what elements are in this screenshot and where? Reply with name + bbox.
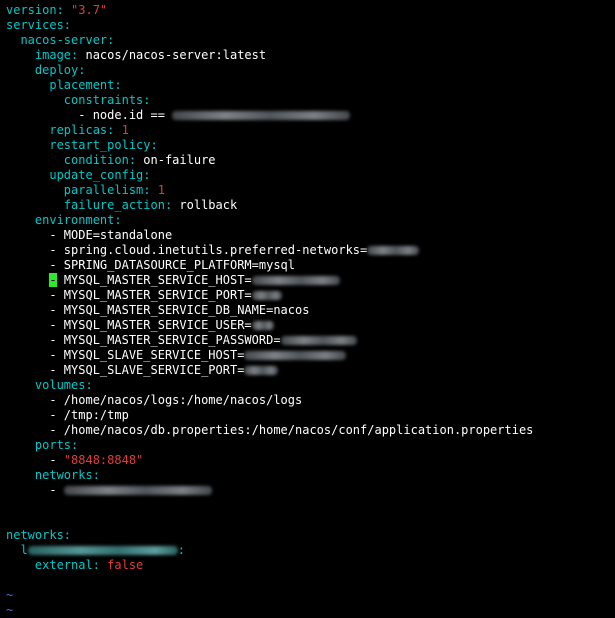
code-line-update-config: update_config: bbox=[49, 168, 151, 182]
code-line-condition: condition: on-failure bbox=[63, 153, 216, 167]
port-item-dash: - bbox=[49, 453, 64, 467]
terminal-window[interactable]: version: "3.7" services: nacos-server: i… bbox=[0, 0, 615, 618]
yaml-key-services: services bbox=[6, 18, 64, 32]
yaml-key-ports: ports bbox=[34, 438, 72, 452]
code-line-image: image: nacos/nacos-server:latest bbox=[34, 48, 267, 62]
yaml-key-constraints: constraints bbox=[63, 93, 144, 107]
code-line-nacos-server: nacos-server: bbox=[20, 33, 115, 47]
redacted-master-password bbox=[280, 336, 357, 345]
code-line-env-master-db-name: - MYSQL_MASTER_SERVICE_DB_NAME=nacos bbox=[6, 303, 309, 318]
volume-logs: - /home/nacos/logs:/home/nacos/logs bbox=[49, 393, 303, 407]
network-name-prefix: l bbox=[20, 543, 28, 557]
code-line-env-slave-port: - MYSQL_SLAVE_SERVICE_PORT= bbox=[6, 363, 279, 378]
yaml-key-service-networks: networks bbox=[34, 468, 93, 482]
code-line-port-item: - "8848:8848" bbox=[6, 453, 143, 468]
code-line-replicas: replicas: 1 bbox=[49, 123, 129, 137]
code-line-restart-policy: restart_policy: bbox=[49, 138, 158, 152]
redacted-master-user bbox=[251, 321, 274, 330]
yaml-value-version: "3.7" bbox=[71, 3, 108, 17]
yaml-value-image: nacos/nacos-server:latest bbox=[85, 48, 267, 62]
env-mode: - MODE=standalone bbox=[49, 228, 173, 242]
yaml-key-image: image bbox=[34, 48, 72, 62]
yaml-key-version: version bbox=[6, 3, 57, 17]
code-line-env-mode: - MODE=standalone bbox=[6, 228, 172, 243]
env-slave-port: - MYSQL_SLAVE_SERVICE_PORT= bbox=[49, 363, 245, 377]
code-line-env-slave-host: - MYSQL_SLAVE_SERVICE_HOST= bbox=[6, 348, 347, 363]
code-line-volume-logs: - /home/nacos/logs:/home/nacos/logs bbox=[6, 393, 302, 408]
redacted-node-id bbox=[172, 111, 351, 120]
volume-db-properties: - /home/nacos/db.properties:/home/nacos/… bbox=[49, 423, 534, 437]
code-line-external: external: false bbox=[34, 558, 144, 572]
yaml-key-external: external bbox=[34, 558, 93, 572]
redacted-network-definition bbox=[27, 546, 178, 555]
yaml-key-environment: environment bbox=[34, 213, 115, 227]
empty-line-tilde-2: ~ bbox=[6, 603, 14, 617]
code-line-failure-action: failure_action: rollback bbox=[63, 198, 238, 212]
redacted-slave-port bbox=[244, 366, 279, 375]
yaml-value-replicas: 1 bbox=[121, 123, 129, 137]
env-preferred-networks: - spring.cloud.inetutils.preferred-netwo… bbox=[49, 243, 368, 257]
code-line-placement: placement: bbox=[49, 78, 122, 92]
code-line-environment: environment: bbox=[34, 213, 122, 227]
code-line-network-name: l: bbox=[20, 543, 185, 557]
code-line-constraint-item: - node.id == bbox=[6, 108, 351, 123]
code-line-service-networks: networks: bbox=[34, 468, 100, 482]
code-line-env-master-port: - MYSQL_MASTER_SERVICE_PORT= bbox=[6, 288, 282, 303]
redacted-slave-host bbox=[244, 351, 347, 360]
code-line-services: services: bbox=[6, 18, 72, 32]
redacted-network bbox=[367, 246, 420, 255]
code-line-volume-db-properties: - /home/nacos/db.properties:/home/nacos/… bbox=[6, 423, 533, 438]
code-line-deploy: deploy: bbox=[34, 63, 86, 77]
code-line-env-master-user: - MYSQL_MASTER_SERVICE_USER= bbox=[6, 318, 274, 333]
redacted-master-port bbox=[251, 291, 282, 300]
yaml-value-failure-action: rollback bbox=[179, 198, 238, 212]
env-slave-host: - MYSQL_SLAVE_SERVICE_HOST= bbox=[49, 348, 245, 362]
volume-tmp: - /tmp:/tmp bbox=[49, 408, 129, 422]
yaml-key-top-networks: networks bbox=[6, 528, 64, 542]
yaml-key-update-config: update_config bbox=[49, 168, 144, 182]
yaml-key-nacos-server: nacos-server bbox=[20, 33, 108, 47]
network-item-dash: - bbox=[49, 483, 64, 497]
yaml-key-deploy: deploy bbox=[34, 63, 79, 77]
code-line-env-master-host: - MYSQL_MASTER_SERVICE_HOST= bbox=[6, 273, 340, 288]
yaml-key-restart-policy: restart_policy bbox=[49, 138, 151, 152]
yaml-key-failure-action: failure_action bbox=[63, 198, 165, 212]
code-line-env-datasource-platform: - SPRING_DATASOURCE_PLATFORM=mysql bbox=[6, 258, 295, 273]
yaml-key-placement: placement bbox=[49, 78, 115, 92]
yaml-key-replicas: replicas bbox=[49, 123, 108, 137]
env-master-password: - MYSQL_MASTER_SERVICE_PASSWORD= bbox=[49, 333, 281, 347]
code-line-env-preferred-networks: - spring.cloud.inetutils.preferred-netwo… bbox=[6, 243, 420, 258]
env-master-user: - MYSQL_MASTER_SERVICE_USER= bbox=[49, 318, 252, 332]
code-line-network-item: - bbox=[6, 483, 212, 498]
code-line-top-networks: networks: bbox=[6, 528, 72, 542]
yaml-value-condition: on-failure bbox=[143, 153, 216, 167]
yaml-value-parallelism: 1 bbox=[157, 183, 165, 197]
yaml-value-external: false bbox=[107, 558, 144, 572]
yaml-key-condition: condition bbox=[63, 153, 129, 167]
editor-cursor: - bbox=[49, 273, 57, 287]
empty-line-tilde-1: ~ bbox=[6, 588, 14, 602]
env-master-port: - MYSQL_MASTER_SERVICE_PORT= bbox=[49, 288, 252, 302]
env-master-db-name: - MYSQL_MASTER_SERVICE_DB_NAME=nacos bbox=[49, 303, 310, 317]
env-master-host: MYSQL_MASTER_SERVICE_HOST= bbox=[56, 273, 252, 287]
code-line-volumes: volumes: bbox=[34, 378, 93, 392]
redacted-master-host bbox=[251, 276, 340, 285]
code-line-env-master-password: - MYSQL_MASTER_SERVICE_PASSWORD= bbox=[6, 333, 357, 348]
code-line-version: version: "3.7" bbox=[6, 3, 108, 17]
redacted-network-name bbox=[63, 486, 212, 495]
yaml-key-volumes: volumes bbox=[34, 378, 86, 392]
code-line-volume-tmp: - /tmp:/tmp bbox=[6, 408, 129, 423]
env-datasource-platform: - SPRING_DATASOURCE_PLATFORM=mysql bbox=[49, 258, 295, 272]
code-line-ports: ports: bbox=[34, 438, 79, 452]
port-value: "8848:8848" bbox=[63, 453, 144, 467]
code-line-parallelism: parallelism: 1 bbox=[63, 183, 165, 197]
constraint-node-id: - node.id == bbox=[78, 108, 173, 122]
yaml-key-parallelism: parallelism bbox=[63, 183, 144, 197]
code-line-constraints: constraints: bbox=[63, 93, 151, 107]
